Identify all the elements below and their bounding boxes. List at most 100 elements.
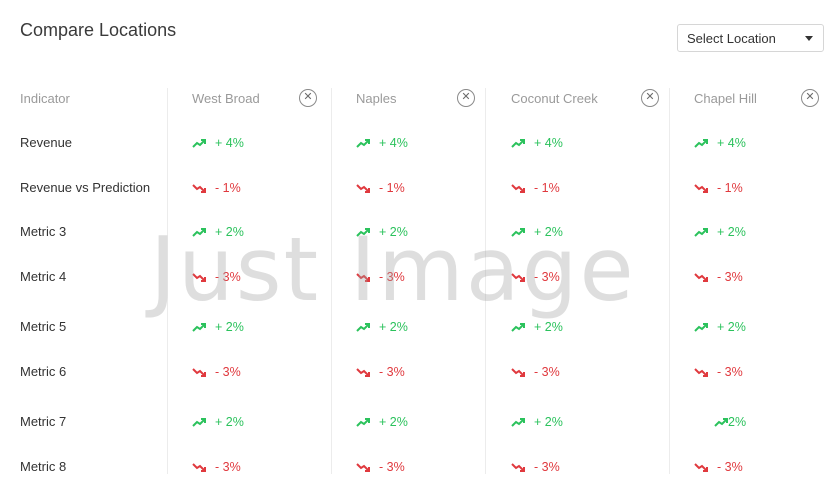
trending-down-icon bbox=[356, 367, 370, 378]
remove-location-icon[interactable]: ✕ bbox=[457, 89, 475, 107]
trending-up-icon bbox=[192, 138, 206, 149]
metric-value-cell: 2% bbox=[714, 415, 746, 429]
location-column-header: Chapel Hill bbox=[694, 91, 757, 106]
remove-location-icon[interactable]: ✕ bbox=[801, 89, 819, 107]
metric-value: + 2% bbox=[215, 320, 244, 334]
trending-down-icon bbox=[511, 462, 525, 473]
metric-value-cell: - 3% bbox=[356, 270, 405, 284]
metric-value: - 1% bbox=[379, 181, 405, 195]
metric-value-cell: + 2% bbox=[694, 225, 746, 239]
indicator-label: Metric 5 bbox=[20, 319, 67, 334]
metric-value: - 1% bbox=[717, 181, 743, 195]
metric-value: - 1% bbox=[534, 181, 560, 195]
metric-value-cell: + 4% bbox=[192, 136, 244, 150]
metric-value: - 3% bbox=[717, 270, 743, 284]
metric-value: - 3% bbox=[379, 460, 405, 474]
metric-value: + 2% bbox=[717, 225, 746, 239]
indicator-label: Revenue vs Prediction bbox=[20, 180, 151, 195]
metric-value: + 2% bbox=[534, 225, 563, 239]
metric-value-cell: - 3% bbox=[511, 460, 560, 474]
column-divider bbox=[167, 88, 168, 474]
column-divider bbox=[331, 88, 332, 474]
metric-value-cell: - 3% bbox=[192, 365, 241, 379]
metric-value-cell: - 3% bbox=[694, 365, 743, 379]
metric-value: - 3% bbox=[215, 460, 241, 474]
trending-up-icon bbox=[511, 138, 525, 149]
column-divider bbox=[669, 88, 670, 474]
metric-value-cell: - 3% bbox=[192, 460, 241, 474]
metric-value-cell: + 4% bbox=[356, 136, 408, 150]
trending-up-icon bbox=[192, 322, 206, 333]
metric-value: - 3% bbox=[717, 365, 743, 379]
metric-value-cell: - 1% bbox=[356, 181, 405, 195]
metric-value: - 3% bbox=[215, 270, 241, 284]
trending-up-icon bbox=[694, 138, 708, 149]
trending-up-icon bbox=[511, 322, 525, 333]
trending-up-icon bbox=[356, 322, 370, 333]
metric-value: - 3% bbox=[215, 365, 241, 379]
metric-value-cell: + 2% bbox=[511, 320, 563, 334]
trending-down-icon bbox=[511, 367, 525, 378]
trending-down-icon bbox=[192, 272, 206, 283]
trending-down-icon bbox=[694, 183, 708, 194]
location-column-header: West Broad bbox=[192, 91, 260, 106]
metric-value: + 4% bbox=[379, 136, 408, 150]
metric-value-cell: + 2% bbox=[356, 225, 408, 239]
metric-value-cell: - 3% bbox=[356, 365, 405, 379]
metric-value: + 4% bbox=[717, 136, 746, 150]
metric-value-cell: + 4% bbox=[511, 136, 563, 150]
trending-down-icon bbox=[511, 272, 525, 283]
metric-value-cell: - 1% bbox=[511, 181, 560, 195]
metric-value: + 2% bbox=[379, 225, 408, 239]
indicator-label: Metric 4 bbox=[20, 269, 67, 284]
metric-value: + 2% bbox=[215, 225, 244, 239]
page-title: Compare Locations bbox=[20, 20, 177, 40]
metric-value: - 3% bbox=[534, 460, 560, 474]
metric-value: + 2% bbox=[215, 415, 244, 429]
trending-down-icon bbox=[356, 272, 370, 283]
trending-down-icon bbox=[192, 462, 206, 473]
column-divider bbox=[485, 88, 486, 474]
remove-location-icon[interactable]: ✕ bbox=[641, 89, 659, 107]
location-select[interactable]: Select Location bbox=[677, 24, 824, 52]
metric-value: - 3% bbox=[379, 365, 405, 379]
metric-value-cell: + 2% bbox=[356, 415, 408, 429]
metric-value-cell: - 1% bbox=[694, 181, 743, 195]
indicator-label: Revenue bbox=[20, 135, 73, 150]
metric-value: - 3% bbox=[534, 270, 560, 284]
metric-value: + 2% bbox=[534, 320, 563, 334]
metric-value-cell: - 3% bbox=[356, 460, 405, 474]
metric-value: - 3% bbox=[534, 365, 560, 379]
trending-up-icon bbox=[356, 227, 370, 238]
trending-down-icon bbox=[694, 462, 708, 473]
metric-value-cell: + 2% bbox=[192, 225, 244, 239]
trending-down-icon bbox=[511, 183, 525, 194]
location-select-label: Select Location bbox=[687, 30, 776, 46]
metric-value-cell: - 3% bbox=[192, 270, 241, 284]
trending-down-icon bbox=[356, 183, 370, 194]
trending-down-icon bbox=[694, 272, 708, 283]
metric-value-cell: - 1% bbox=[192, 181, 241, 195]
metric-value-cell: + 4% bbox=[694, 136, 746, 150]
metric-value-cell: + 2% bbox=[694, 320, 746, 334]
metric-value: + 2% bbox=[379, 415, 408, 429]
remove-location-icon[interactable]: ✕ bbox=[299, 89, 317, 107]
metric-value-cell: + 2% bbox=[356, 320, 408, 334]
indicator-label: Metric 8 bbox=[20, 459, 67, 474]
metric-value-cell: + 2% bbox=[192, 415, 244, 429]
trending-down-icon bbox=[694, 367, 708, 378]
trending-up-icon bbox=[694, 322, 708, 333]
metric-value-cell: + 2% bbox=[511, 415, 563, 429]
metric-value-cell: + 2% bbox=[192, 320, 244, 334]
metric-value: + 4% bbox=[534, 136, 563, 150]
metric-value: + 2% bbox=[717, 320, 746, 334]
trending-up-icon bbox=[714, 417, 728, 428]
metric-value: + 2% bbox=[379, 320, 408, 334]
trending-down-icon bbox=[192, 183, 206, 194]
trending-up-icon bbox=[192, 227, 206, 238]
trending-down-icon bbox=[192, 367, 206, 378]
caret-down-icon bbox=[805, 36, 813, 41]
trending-up-icon bbox=[356, 138, 370, 149]
metric-value: - 1% bbox=[215, 181, 241, 195]
indicator-label: Metric 6 bbox=[20, 364, 67, 379]
